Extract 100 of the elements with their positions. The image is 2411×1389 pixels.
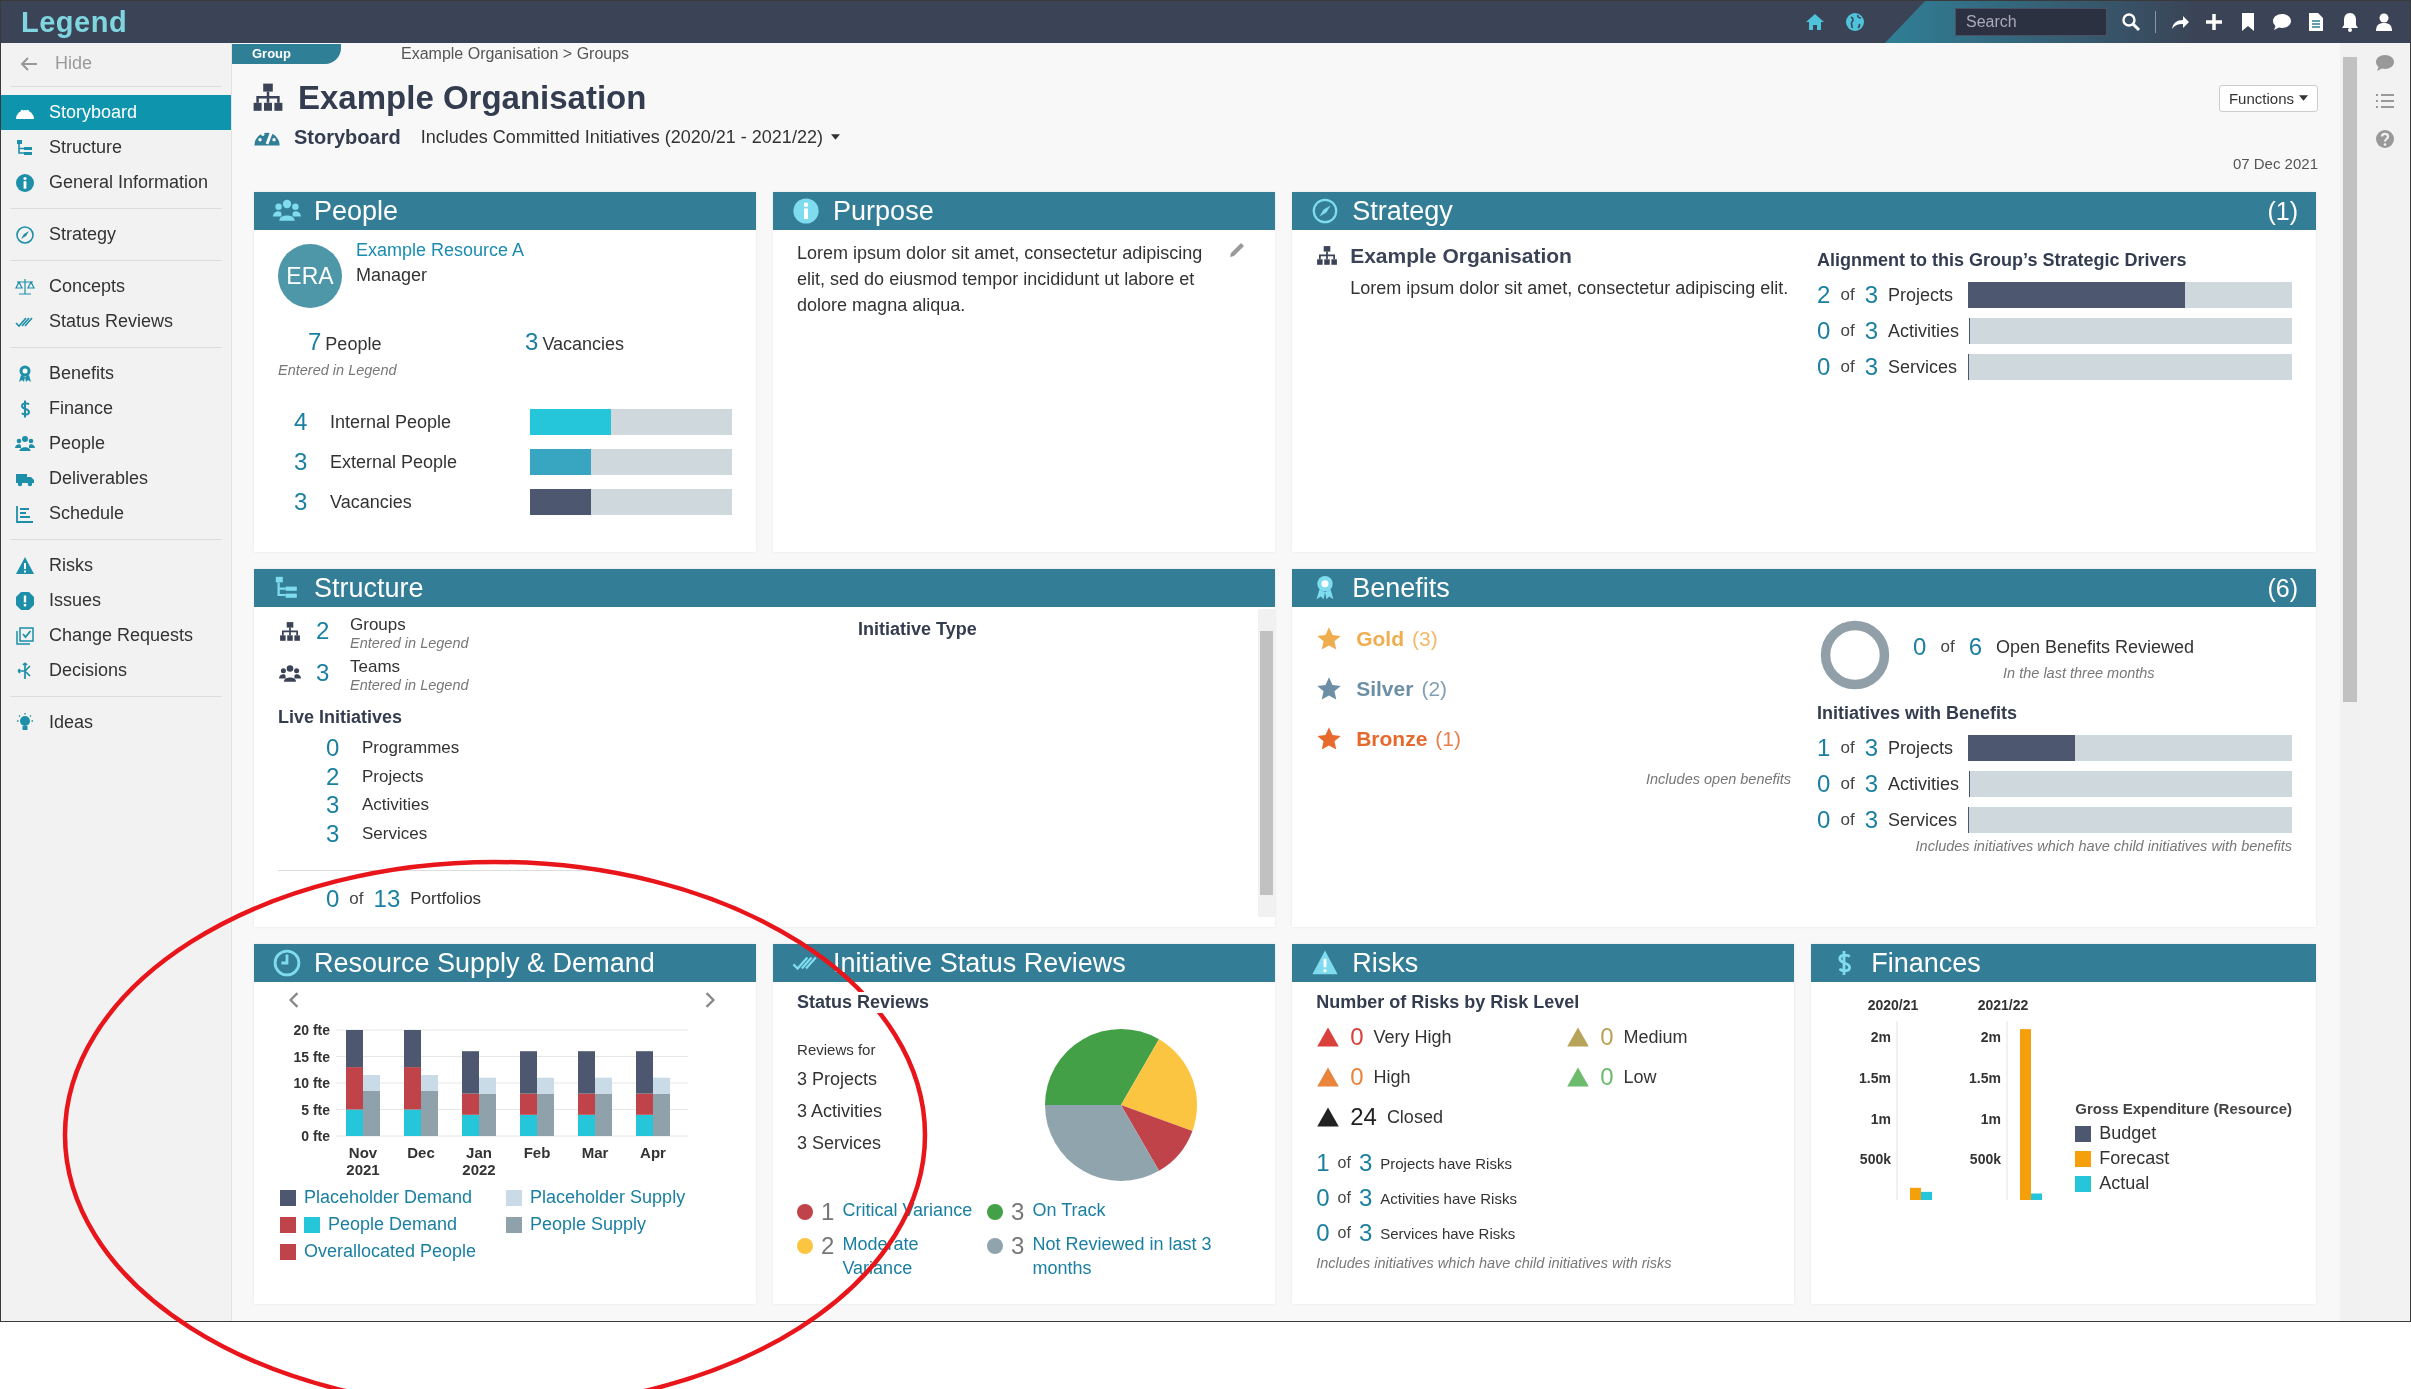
axis-tick-label: 500k [1970, 1151, 2002, 1168]
note: In the last three months [2003, 665, 2156, 681]
axis-tick-label: Apr [640, 1144, 666, 1161]
count-value: 3 [294, 488, 309, 516]
previous-button[interactable] [288, 992, 300, 1008]
legend-label: Overallocated People [304, 1241, 477, 1262]
panel-count: (6) [2267, 573, 2298, 603]
legend-title: Gross Expenditure (Resource) [2075, 1100, 2292, 1117]
count-value: 0 [326, 885, 340, 913]
section-heading: Alignment to this Group’s Strategic Drivers [1817, 250, 2188, 271]
list-icon [2375, 91, 2395, 111]
sidebar-item[interactable]: Benefits [1, 356, 231, 391]
star-icon [1316, 726, 1343, 752]
date-label: 07 Dec 2021 [2232, 155, 2318, 172]
sidebar-item[interactable]: People [1, 426, 231, 461]
of-label: of [349, 889, 364, 909]
purpose-text: Lorem ipsum dolor sit amet, consectetur adipiscing elit, sed do eiusmod tempor incididunt ut labore et dolore magna aliqua. [797, 242, 1204, 318]
organisation-name: Example Organisation [1350, 244, 1572, 268]
manager-role: Manager [356, 265, 429, 286]
breadcrumb: Example Organisation > Groups [401, 45, 630, 63]
axis-tick-label: 2021/22 [1977, 997, 2029, 1013]
total-value: 3 [1358, 1184, 1373, 1212]
sidebar-item[interactable]: Issues [1, 583, 231, 618]
axis-tick-label: 15 fte [293, 1048, 330, 1065]
sidebar-item[interactable]: Decisions [1, 653, 231, 688]
row-label: Portfolios [410, 889, 482, 909]
note: Entered in Legend [278, 362, 398, 378]
count-value: 2 [1817, 281, 1831, 309]
sidebar-item[interactable]: Schedule [1, 496, 231, 531]
count-label: Vacancies [542, 334, 625, 355]
note: Entered in Legend [350, 635, 469, 651]
chevron-right-icon [704, 992, 717, 1008]
count-value: 4 [294, 408, 309, 436]
total-value: 3 [1864, 770, 1878, 798]
scrollbar[interactable] [2340, 43, 2360, 1321]
help-icon [2375, 129, 2395, 149]
note: Includes initiatives which have child initiatives with risks [1316, 1255, 1673, 1271]
count-value: 0 [1913, 633, 1927, 661]
axis-tick-label: Jan 2022 [462, 1144, 496, 1176]
count-value: 1 [1316, 1149, 1330, 1177]
checked-document-icon [15, 625, 35, 646]
total-value: 13 [373, 885, 401, 913]
row-label: Vacancies [330, 491, 413, 513]
sidebar-item[interactable]: Status Reviews [1, 304, 231, 339]
star-icon [1316, 626, 1343, 652]
axis-tick-label: Mar [581, 1144, 609, 1161]
panel-title: Benefits [1352, 572, 1450, 604]
axis-tick-label: 1m [1871, 1110, 1892, 1127]
axis-tick-label: 1.5m [1969, 1069, 2002, 1086]
search-field[interactable]: Search [1955, 8, 2107, 36]
scrollbar[interactable] [1258, 609, 1276, 917]
home-icon [1805, 12, 1825, 32]
sidebar-item[interactable]: Storyboard [1, 95, 231, 130]
axis-tick-label: 2020/21 [1867, 997, 1919, 1013]
manager-link[interactable]: Example Resource A [356, 240, 525, 261]
note: Entered in Legend [350, 677, 469, 693]
row-label: Activities [1888, 320, 1959, 342]
panel-title: Resource Supply & Demand [314, 947, 655, 979]
sidebar-item[interactable]: Change Requests [1, 618, 231, 653]
plus-icon [2204, 12, 2224, 32]
panel-count: (1) [2267, 196, 2298, 226]
row-label: Internal People [330, 411, 453, 433]
sidebar-item[interactable]: Structure [1, 130, 231, 165]
risk-level-label: Medium [1623, 1026, 1688, 1048]
count-value: 0 [1817, 317, 1831, 345]
sidebar-item[interactable]: Risks [1, 548, 231, 583]
row-label: Services [1888, 809, 1958, 831]
functions-button[interactable]: Functions [2218, 84, 2318, 112]
legend-label: Placeholder Supply [530, 1187, 686, 1208]
sidebar-item[interactable]: Ideas [1, 705, 231, 740]
count-value: 0 [1817, 770, 1831, 798]
count-value: 3 [294, 448, 309, 476]
next-button[interactable] [704, 992, 717, 1008]
section-heading: Number of Risks by Risk Level [1316, 992, 1581, 1013]
axis-tick-label: Dec [407, 1144, 435, 1161]
bar [404, 1030, 421, 1068]
risk-level-label: High [1373, 1066, 1411, 1088]
sidebar-item[interactable]: General Information [1, 165, 231, 200]
panel-title: Structure [314, 572, 424, 604]
sidebar-item[interactable]: Finance [1, 391, 231, 426]
count-label: Groups [350, 615, 407, 635]
panel-title: Strategy [1352, 195, 1453, 227]
count-value: 2 [326, 762, 341, 791]
panel-title: Risks [1352, 947, 1419, 979]
alert-icon [15, 590, 35, 611]
filter-dropdown[interactable]: Includes Committed Initiatives (2020/21 - 2021/22) [420, 126, 840, 148]
row-label: Projects [1888, 737, 1954, 759]
sidebar-item[interactable]: Concepts [1, 269, 231, 304]
lightbulb-icon [15, 712, 35, 733]
total-value: 3 [1864, 806, 1878, 834]
row-label: Projects have Risks [1380, 1154, 1512, 1172]
tier-count: (2) [1421, 677, 1448, 701]
count-value: 3 [1011, 1232, 1025, 1260]
legend-label: Not Reviewed in last 3 months [1032, 1233, 1213, 1281]
sidebar-item[interactable]: Strategy [1, 217, 231, 252]
risk-level-label: Closed [1386, 1106, 1443, 1128]
sidebar-item[interactable]: Deliverables [1, 461, 231, 496]
count-value: 1 [1817, 734, 1831, 762]
total-value: 3 [1864, 317, 1878, 345]
total-value: 3 [1864, 734, 1878, 762]
